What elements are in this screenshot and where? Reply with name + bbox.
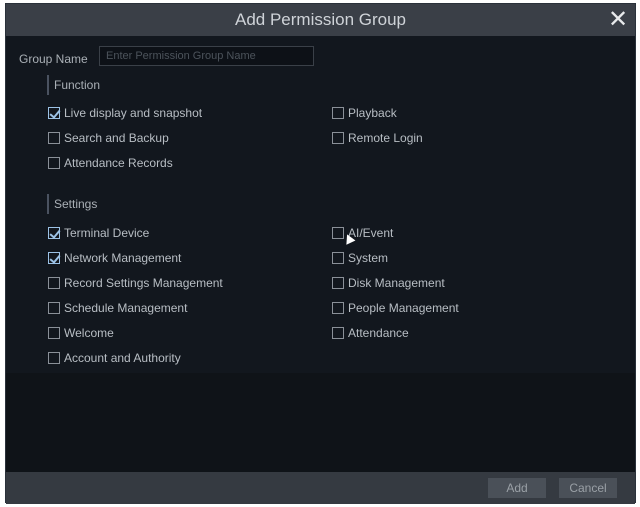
- group-name-input[interactable]: [99, 46, 314, 66]
- checkbox-label: Record Settings Management: [64, 276, 223, 290]
- checkbox-unchecked-icon[interactable]: [48, 327, 60, 339]
- cancel-button[interactable]: Cancel: [559, 478, 617, 498]
- add-permission-group-dialog: Add Permission Group ✕ Group Name Functi…: [5, 3, 636, 504]
- checkbox-label: Search and Backup: [64, 131, 169, 145]
- close-icon[interactable]: ✕: [607, 7, 629, 31]
- checkbox-attendance[interactable]: Attendance: [332, 326, 409, 340]
- checkbox-attendance-records[interactable]: Attendance Records: [48, 156, 173, 170]
- checkbox-disk-management[interactable]: Disk Management: [332, 276, 445, 290]
- checkbox-unchecked-icon[interactable]: [48, 132, 60, 144]
- dialog-footer: Add Cancel: [6, 472, 635, 504]
- checkbox-checked-icon[interactable]: [48, 107, 60, 119]
- checkbox-schedule-management[interactable]: Schedule Management: [48, 301, 187, 315]
- checkbox-label: Network Management: [64, 251, 182, 265]
- checkbox-label: People Management: [348, 301, 459, 315]
- checkbox-label: System: [348, 251, 389, 265]
- checkbox-unchecked-icon[interactable]: [332, 132, 344, 144]
- checkbox-network-management[interactable]: Network Management: [48, 251, 181, 265]
- checkbox-unchecked-icon[interactable]: [332, 302, 344, 314]
- checkbox-ai-event[interactable]: AI/Event: [332, 226, 393, 240]
- checkbox-search-backup[interactable]: Search and Backup: [48, 131, 169, 145]
- checkbox-label: Attendance Records: [64, 156, 173, 170]
- dialog-title: Add Permission Group: [234, 10, 407, 29]
- checkbox-unchecked-icon[interactable]: [48, 302, 60, 314]
- dialog-title-bar: Add Permission Group ✕: [6, 4, 635, 36]
- checkbox-checked-icon[interactable]: [48, 252, 60, 264]
- checkbox-unchecked-icon[interactable]: [332, 327, 344, 339]
- checkbox-record-settings[interactable]: Record Settings Management: [48, 276, 223, 290]
- function-section-title: Function: [47, 75, 100, 95]
- empty-lower-area: [6, 373, 635, 472]
- checkbox-label: Account and Authority: [64, 351, 181, 365]
- checkbox-live-display[interactable]: Live display and snapshot: [48, 106, 202, 120]
- checkbox-label: AI/Event: [348, 226, 394, 240]
- checkbox-unchecked-icon[interactable]: [332, 252, 344, 264]
- checkbox-unchecked-icon[interactable]: [48, 157, 60, 169]
- checkbox-unchecked-icon[interactable]: [332, 107, 344, 119]
- add-button[interactable]: Add: [488, 478, 546, 498]
- checkbox-label: Disk Management: [348, 276, 445, 290]
- checkbox-label: Playback: [348, 106, 397, 120]
- checkbox-unchecked-icon[interactable]: [48, 352, 60, 364]
- checkbox-label: Attendance: [348, 326, 409, 340]
- checkbox-account-authority[interactable]: Account and Authority: [48, 351, 181, 365]
- checkbox-welcome[interactable]: Welcome: [48, 326, 114, 340]
- permission-content-panel: Group Name Function Live display and sna…: [6, 36, 635, 373]
- checkbox-remote-login[interactable]: Remote Login: [332, 131, 423, 145]
- checkbox-label: Welcome: [64, 326, 114, 340]
- settings-section-title: Settings: [47, 194, 97, 214]
- group-name-label: Group Name: [19, 52, 88, 66]
- checkbox-unchecked-icon[interactable]: [332, 277, 344, 289]
- checkbox-checked-icon[interactable]: [48, 227, 60, 239]
- checkbox-people-management[interactable]: People Management: [332, 301, 459, 315]
- checkbox-label: Terminal Device: [64, 226, 150, 240]
- checkbox-terminal-device[interactable]: Terminal Device: [48, 226, 149, 240]
- checkbox-label: Live display and snapshot: [64, 106, 203, 120]
- checkbox-unchecked-icon[interactable]: [48, 277, 60, 289]
- checkbox-label: Remote Login: [348, 131, 423, 145]
- checkbox-playback[interactable]: Playback: [332, 106, 397, 120]
- checkbox-system[interactable]: System: [332, 251, 388, 265]
- checkbox-label: Schedule Management: [64, 301, 188, 315]
